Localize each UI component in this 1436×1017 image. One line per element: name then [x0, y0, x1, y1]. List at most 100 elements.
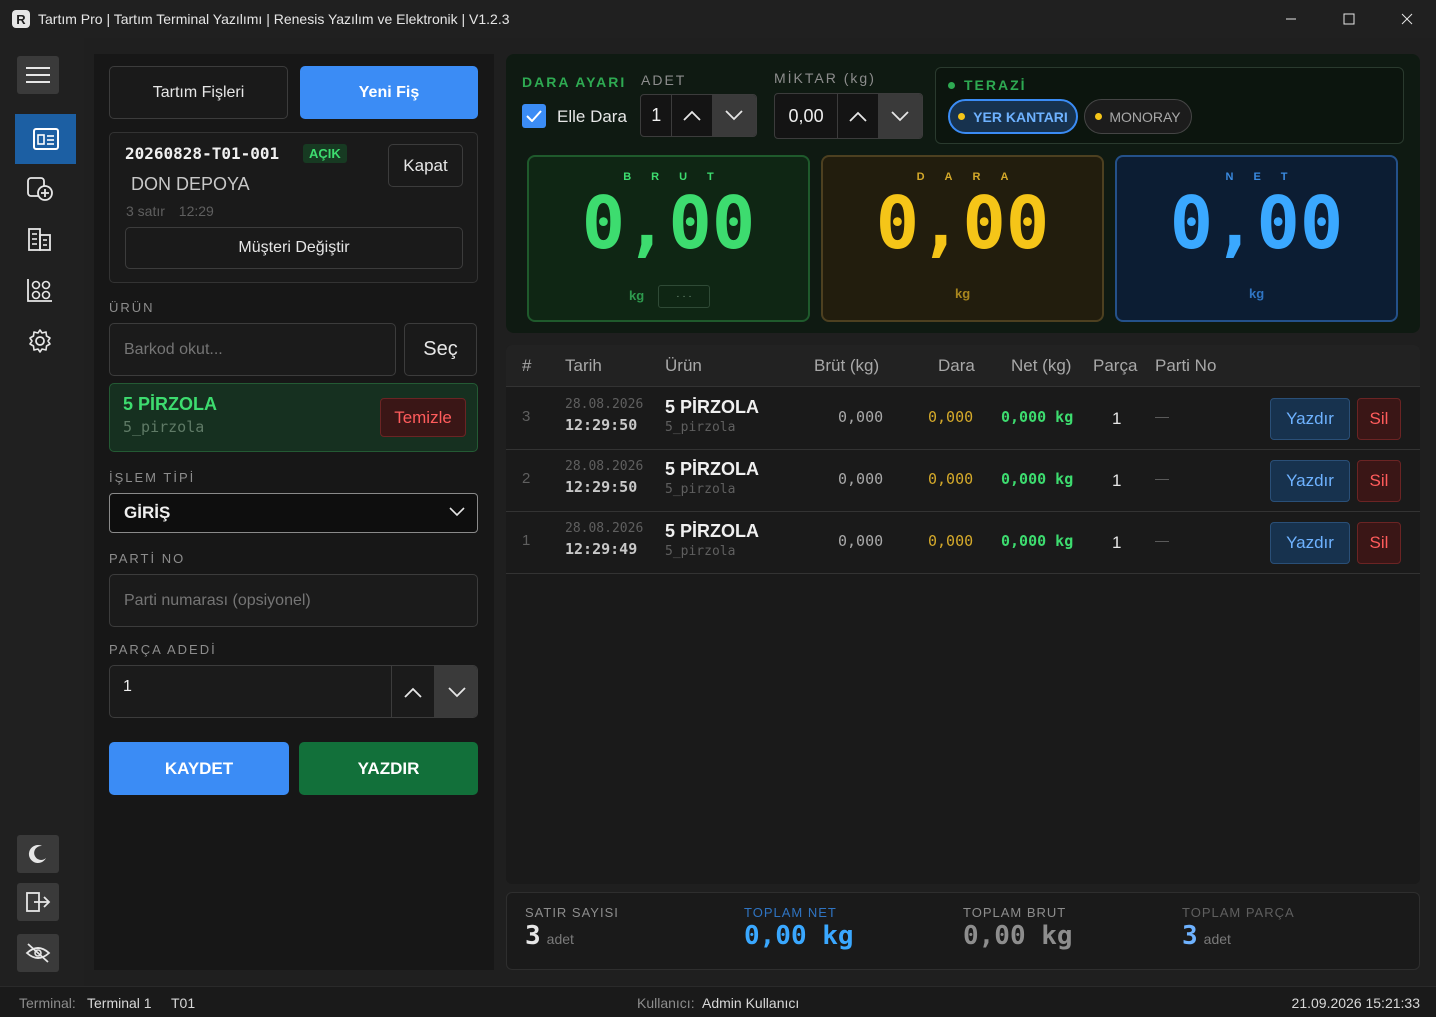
pieces-input[interactable]: 1 [123, 678, 132, 696]
manual-tare-checkbox[interactable] [522, 104, 546, 128]
gross-weight-display: BRUT 0,00 kg · · · [527, 155, 810, 322]
sidebar-item-new-record[interactable] [18, 168, 62, 210]
sidebar-item-dashboard[interactable] [15, 114, 76, 164]
total-pieces-label: TOPLAM PARÇA [1182, 905, 1295, 920]
sidebar [0, 38, 84, 986]
pieces-increment-button[interactable] [391, 666, 434, 717]
receipt-card: 20260828-T01-001 AÇIK Kapat DON DEPOYA 3… [109, 132, 478, 283]
count-section-label: ADET [641, 72, 687, 88]
gross-unit: kg [629, 288, 645, 303]
user-name: Admin Kullanıcı [702, 995, 800, 1011]
total-pieces-unit: adet [1203, 931, 1231, 947]
terminal-name: Terminal 1 [87, 995, 152, 1011]
line-count: 3 satır [126, 203, 165, 219]
menu-button[interactable] [17, 56, 59, 94]
datetime: 21.09.2026 15:21:33 [1291, 995, 1420, 1011]
amount-stepper: 0,00 [774, 93, 923, 139]
print-row-button[interactable]: Yazdır [1270, 460, 1350, 502]
sidebar-item-settings[interactable] [18, 320, 62, 362]
count-value[interactable]: 1 [641, 95, 671, 136]
minimize-icon [1286, 18, 1296, 20]
total-pieces-value: 3 [1182, 921, 1198, 951]
tab-new-receipt[interactable]: Yeni Fiş [300, 66, 478, 119]
sidebar-item-reports[interactable] [18, 269, 62, 311]
selected-product-card: 5 PİRZOLA 5_pirzola Temizle [109, 383, 478, 452]
total-gross-value: 0,00 kg [963, 921, 1073, 951]
tare-value: 0,00 [875, 181, 1050, 265]
amount-decrement-button[interactable] [877, 94, 922, 138]
status-badge: AÇIK [303, 144, 347, 163]
gross-extra-indicator: · · · [658, 285, 710, 308]
column-header: Dara [938, 356, 975, 375]
table-row: 2 28.08.2026 12:29:50 5 PİRZOLA 5_pirzol… [506, 450, 1420, 512]
row-count-value: 3 [525, 921, 541, 951]
change-customer-button[interactable]: Müşteri Değiştir [125, 227, 463, 269]
close-icon [1401, 13, 1413, 25]
title-bar: R Tartım Pro | Tartım Terminal Yazılımı … [0, 0, 1436, 38]
logout-button[interactable] [17, 883, 59, 921]
chart-people-icon [27, 279, 52, 302]
receipt-number: 20260828-T01-001 [125, 144, 280, 163]
eye-off-icon [25, 943, 51, 963]
delete-row-button[interactable]: Sil [1357, 398, 1401, 440]
sidebar-item-companies[interactable] [18, 218, 62, 260]
print-receipt-button[interactable]: YAZDIR [299, 742, 478, 795]
table-header: # Tarih Ürün Brüt (kg) Dara Net (kg) Par… [506, 345, 1420, 387]
add-document-icon [27, 177, 53, 201]
total-gross-label: TOPLAM BRUT [963, 905, 1067, 920]
batch-input[interactable] [124, 591, 464, 610]
hide-button[interactable] [17, 934, 59, 972]
minimize-button[interactable] [1262, 0, 1320, 38]
product-section-label: ÜRÜN [109, 300, 155, 315]
row-count-label: SATIR SAYISI [525, 905, 619, 920]
total-net-value: 0,00 kg [744, 921, 854, 951]
batch-section-label: PARTİ NO [109, 551, 186, 566]
theme-toggle-button[interactable] [17, 835, 59, 873]
chevron-up-icon [849, 111, 867, 122]
op-type-value: GİRİŞ [124, 503, 171, 522]
column-header: Brüt (kg) [814, 356, 880, 375]
selected-product-name: 5 PİRZOLA [123, 394, 218, 414]
count-increment-button[interactable] [671, 95, 711, 136]
row-count-unit: adet [546, 931, 574, 947]
user-label: Kullanıcı: [637, 995, 695, 1011]
status-bar: Terminal: Terminal 1 T01 Kullanıcı: Admi… [0, 986, 1436, 1017]
column-header: Parça [1093, 356, 1138, 375]
amount-section-label: MİKTAR (kg) [774, 70, 876, 86]
tare-weight-display: DARA 0,00 kg [821, 155, 1104, 322]
delete-row-button[interactable]: Sil [1357, 460, 1401, 502]
net-unit: kg [1249, 286, 1265, 301]
save-button[interactable]: KAYDET [109, 742, 289, 795]
scale-option-monoray[interactable]: MONORAY [1084, 99, 1192, 134]
select-product-button[interactable]: Seç [404, 323, 477, 376]
maximize-icon [1343, 13, 1355, 25]
chevron-up-icon [683, 110, 701, 121]
logout-icon [26, 892, 51, 912]
chevron-down-icon [725, 110, 743, 121]
close-window-button[interactable] [1378, 0, 1436, 38]
terminal-code: T01 [171, 995, 196, 1011]
chevron-down-icon [449, 507, 465, 517]
amount-increment-button[interactable] [837, 94, 877, 138]
print-row-button[interactable]: Yazdır [1270, 398, 1350, 440]
print-row-button[interactable]: Yazdır [1270, 522, 1350, 564]
clear-product-button[interactable]: Temizle [380, 398, 466, 437]
close-receipt-button[interactable]: Kapat [388, 144, 463, 187]
tab-receipts[interactable]: Tartım Fişleri [109, 66, 288, 119]
records-table: # Tarih Ürün Brüt (kg) Dara Net (kg) Par… [506, 345, 1420, 884]
app-logo: R [12, 10, 30, 28]
count-decrement-button[interactable] [711, 95, 756, 136]
delete-row-button[interactable]: Sil [1357, 522, 1401, 564]
selected-product-code: 5_pirzola [123, 418, 205, 436]
tare-unit: kg [955, 286, 971, 301]
pieces-section-label: PARÇA ADEDİ [109, 642, 217, 657]
barcode-input[interactable] [124, 340, 384, 359]
terminal-label: Terminal: [19, 995, 76, 1011]
op-type-select[interactable]: GİRİŞ [109, 493, 478, 533]
maximize-button[interactable] [1320, 0, 1378, 38]
pieces-decrement-button[interactable] [434, 666, 477, 717]
amount-value[interactable]: 0,00 [775, 94, 837, 138]
scale-option-yer-kantari[interactable]: YER KANTARI [948, 99, 1078, 134]
column-header: Ürün [665, 356, 702, 375]
customer-name: DON DEPOYA [131, 174, 250, 194]
